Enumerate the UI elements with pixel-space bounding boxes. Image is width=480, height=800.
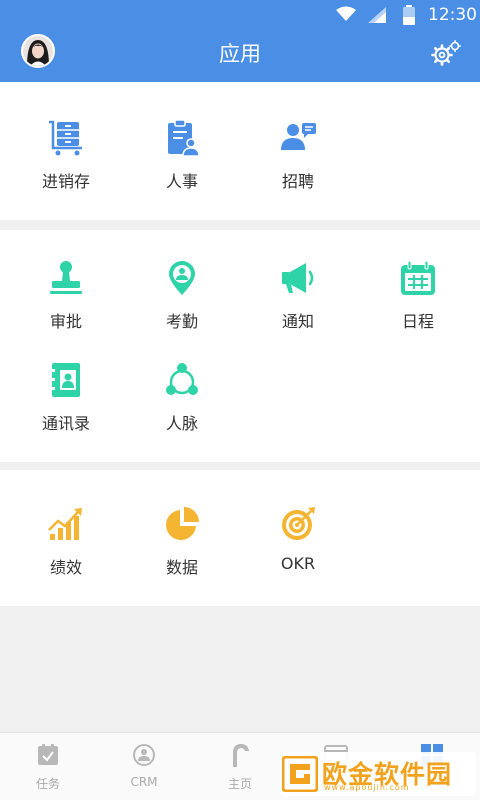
app-renshi[interactable]: 人事 xyxy=(122,120,242,220)
location-pin-person-icon xyxy=(169,261,195,295)
pie-chart-icon xyxy=(166,507,199,540)
nav-label: 主页 xyxy=(227,777,252,791)
app-tongxunlu[interactable]: 通讯录 xyxy=(6,362,126,462)
nav-home[interactable]: 主页 xyxy=(192,733,288,800)
task-check-icon xyxy=(38,744,58,765)
app-shenpi[interactable]: 审批 xyxy=(6,260,126,360)
nav-crm[interactable]: CRM xyxy=(96,733,192,800)
nav-tasks[interactable]: 任务 xyxy=(0,733,96,800)
app-label: 人脉 xyxy=(165,414,198,433)
app-label: 招聘 xyxy=(281,172,314,191)
contacts-book-icon xyxy=(50,363,80,397)
app-label: OKR xyxy=(280,554,316,573)
app-richeng[interactable]: 日程 xyxy=(358,260,478,360)
app-section-analytics: 绩效 数据 OKR xyxy=(0,470,480,606)
clipboard-person-icon xyxy=(168,120,200,156)
app-label: 人事 xyxy=(165,172,198,191)
app-zhaopin[interactable]: 招聘 xyxy=(238,120,358,220)
status-bar: 12:30 xyxy=(0,0,480,30)
growth-chart-icon xyxy=(48,508,82,540)
battery-icon xyxy=(403,5,415,25)
app-label: 通讯录 xyxy=(41,414,90,433)
app-label: 通知 xyxy=(281,312,314,331)
app-label: 数据 xyxy=(165,558,198,577)
app-renmai[interactable]: 人脉 xyxy=(122,362,242,462)
app-label: 进销存 xyxy=(41,172,90,191)
watermark-url: www.apoujin.com xyxy=(324,783,410,792)
settings-gear-icon[interactable] xyxy=(430,40,462,66)
app-label: 日程 xyxy=(401,312,434,331)
target-icon xyxy=(282,507,315,540)
clock-time: 12:30 xyxy=(428,5,477,25)
app-bar: 应用 xyxy=(0,30,480,82)
app-section-business: 进销存 人事 招聘 xyxy=(0,82,480,220)
app-label: 绩效 xyxy=(49,558,82,577)
app-jixiao[interactable]: 绩效 xyxy=(6,506,126,606)
app-tongzhi[interactable]: 通知 xyxy=(238,260,358,360)
megaphone-icon xyxy=(282,263,314,293)
home-logo-icon xyxy=(233,744,249,767)
watermark: 欧金软件园 www.apoujin.com xyxy=(280,752,476,796)
app-label: 审批 xyxy=(49,312,82,331)
crm-people-icon xyxy=(133,744,155,766)
app-okr[interactable]: OKR xyxy=(238,506,358,606)
signal-icon xyxy=(368,7,386,23)
app-label: 考勤 xyxy=(165,312,198,331)
page-title: 应用 xyxy=(219,42,261,66)
app-jinxiaocun[interactable]: 进销存 xyxy=(6,120,126,220)
app-section-office: 审批 考勤 通知 日程 通讯录 人脉 xyxy=(0,230,480,462)
nav-label: CRM xyxy=(130,775,158,789)
wifi-icon xyxy=(336,6,356,21)
stamp-icon xyxy=(50,261,82,294)
nav-label: 任务 xyxy=(35,777,60,791)
app-kaoqin[interactable]: 考勤 xyxy=(122,260,242,360)
calendar-icon xyxy=(401,260,435,295)
person-message-icon xyxy=(281,123,316,150)
app-shuju[interactable]: 数据 xyxy=(122,506,242,606)
network-icon xyxy=(166,363,198,395)
watermark-logo-icon xyxy=(282,756,318,792)
cart-cabinet-icon xyxy=(49,120,82,156)
